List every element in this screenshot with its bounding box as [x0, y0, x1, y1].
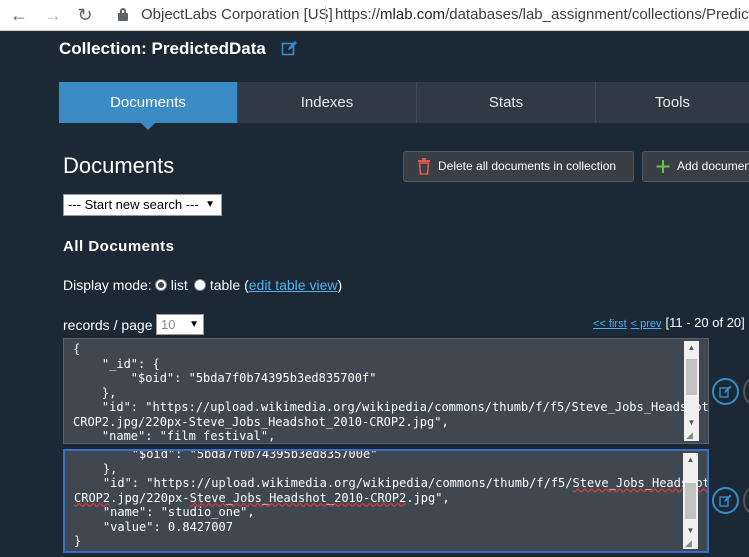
display-mode-list-label: list — [170, 277, 188, 293]
trash-icon — [418, 158, 430, 175]
code-fragment: Steve_Jobs_Headshot_2010-CROP2 — [189, 490, 407, 505]
scroll-up-icon[interactable]: ▲ — [684, 343, 699, 352]
reload-icon[interactable]: ↻ — [74, 4, 96, 26]
edit-document-button[interactable] — [712, 487, 739, 514]
delete-all-button[interactable]: Delete all documents in collection — [403, 151, 634, 182]
pager-range: [11 - 20 of 20] — [665, 315, 745, 330]
code-fragment: .jpg/220px- — [110, 490, 190, 505]
code-line: "$oid": "5bda7f0b74395b3ed835700f" — [73, 371, 377, 385]
lock-icon[interactable] — [118, 8, 128, 21]
resize-handle-icon[interactable]: ◢ — [685, 538, 697, 548]
code-line: "id": "https://upload.wikimedia.org/wiki… — [74, 476, 707, 491]
edit-icon — [719, 385, 732, 398]
paren-close: ) — [337, 277, 343, 293]
code-line: } — [74, 534, 82, 548]
code-line: { — [73, 342, 81, 356]
scroll-thumb[interactable] — [685, 483, 696, 519]
code-fragment: .jpg/220px- — [109, 414, 189, 429]
forward-icon[interactable]: → — [42, 4, 64, 26]
tab-indexes[interactable]: Indexes — [238, 82, 417, 123]
delete-document-button[interactable] — [743, 378, 749, 405]
scroll-down-icon[interactable]: ▼ — [684, 418, 699, 427]
records-per-page-value: 10 — [161, 317, 176, 332]
chevron-down-icon: ▼ — [205, 199, 215, 210]
code-fragment: .jpg", — [406, 490, 450, 505]
code-line: }, — [74, 461, 118, 476]
document-json[interactable]: { "_id": { "$oid": "5bda7f0b74395b3ed835… — [64, 339, 708, 443]
code-line: "id": "https://upload.wikimedia.org/wiki… — [73, 400, 708, 415]
paren-open: ( — [240, 277, 249, 293]
site-identity[interactable]: ObjectLabs Corporation [US] — [141, 6, 333, 23]
search-select[interactable]: --- Start new search --- ▼ — [63, 194, 222, 216]
display-mode-table-label: table — [209, 277, 241, 293]
pager-prev-link[interactable]: < prev — [631, 318, 662, 330]
code-fragment: "id": "https://upload.wikimedia.org/wiki… — [73, 400, 572, 414]
all-documents-heading: All Documents — [63, 238, 175, 255]
code-line: CROP2.jpg/220px-Steve_Jobs_Headshot_2010… — [73, 415, 708, 430]
edit-table-view-link[interactable]: edit table view — [249, 277, 338, 293]
display-mode: Display mode: list table (edit table vie… — [63, 277, 342, 293]
search-select-value: --- Start new search --- — [68, 197, 199, 212]
delete-document-button[interactable] — [743, 487, 749, 514]
tab-stats[interactable]: Stats — [417, 82, 596, 123]
code-line: }, — [73, 385, 117, 400]
address-bar[interactable]: https://mlab.com/databases/lab_assignmen… — [335, 6, 749, 23]
document-editor[interactable]: "$oid": "5bda7f0b74395b3ed835700e" }, "i… — [63, 449, 709, 553]
edit-icon — [719, 494, 732, 507]
url-path: /databases/lab_assignment/collections/Pr… — [445, 6, 749, 23]
collection-tabs: Documents Indexes Stats Tools — [59, 82, 749, 130]
document-editor[interactable]: { "_id": { "$oid": "5bda7f0b74395b3ed835… — [63, 338, 709, 444]
url-prefix: https:// — [335, 6, 381, 23]
code-line: "value": 0.8427007 — [74, 519, 233, 534]
plus-icon — [656, 160, 670, 173]
document-scrollbar[interactable]: ▲ ▼ — [683, 453, 698, 549]
collection-title: Collection: PredictedData — [59, 39, 266, 58]
page-title: Documents — [63, 153, 175, 178]
add-document-button[interactable]: Add document — [642, 151, 749, 182]
tab-documents[interactable]: Documents — [59, 82, 238, 130]
records-per-page-select[interactable]: 10 ▼ — [156, 314, 204, 335]
document-scrollbar[interactable]: ▲ ▼ — [684, 341, 699, 441]
scroll-up-icon[interactable]: ▲ — [683, 455, 698, 464]
edit-document-button[interactable] — [712, 378, 739, 405]
code-line: "$oid": "5bda7f0b74395b3ed835700e" — [74, 449, 378, 461]
records-per-page-label: records / page — [63, 317, 153, 333]
scroll-down-icon[interactable]: ▼ — [683, 526, 698, 535]
edit-icon[interactable] — [281, 40, 298, 57]
code-fragment: Steve_Jobs_Headshot_2010-CROP2 — [188, 414, 406, 429]
scroll-thumb[interactable] — [686, 359, 697, 395]
tab-tools[interactable]: Tools — [596, 82, 749, 123]
back-icon[interactable]: ← — [8, 4, 30, 26]
pager: << first < prev [11 - 20 of 20] — [593, 315, 745, 330]
display-mode-list-radio[interactable] — [154, 279, 167, 291]
chevron-down-icon: ▼ — [189, 319, 199, 330]
code-line: "_id": { — [73, 356, 160, 371]
display-mode-table-radio[interactable] — [193, 279, 206, 291]
url-domain: mlab.com — [380, 6, 446, 23]
code-fragment: .jpg", — [405, 414, 449, 429]
url-divider — [325, 6, 326, 24]
delete-all-label: Delete all documents in collection — [438, 159, 617, 173]
resize-handle-icon[interactable]: ◢ — [686, 430, 698, 440]
code-fragment: CROP2 — [74, 490, 111, 505]
code-fragment: CROP2 — [73, 414, 110, 429]
code-line: "name": "studio_one", — [74, 505, 255, 519]
code-line: "name": "film festival", — [73, 429, 276, 443]
display-mode-label: Display mode: — [63, 277, 152, 293]
code-fragment: "id": "https://upload.wikimedia.org/wiki… — [74, 476, 573, 490]
browser-toolbar: ← → ↻ ObjectLabs Corporation [US] https:… — [0, 0, 749, 31]
code-line: CROP2.jpg/220px-Steve_Jobs_Headshot_2010… — [74, 491, 707, 506]
document-json[interactable]: "$oid": "5bda7f0b74395b3ed835700e" }, "i… — [65, 449, 707, 549]
pager-first-link[interactable]: << first — [593, 318, 627, 330]
add-document-label: Add document — [677, 159, 749, 173]
